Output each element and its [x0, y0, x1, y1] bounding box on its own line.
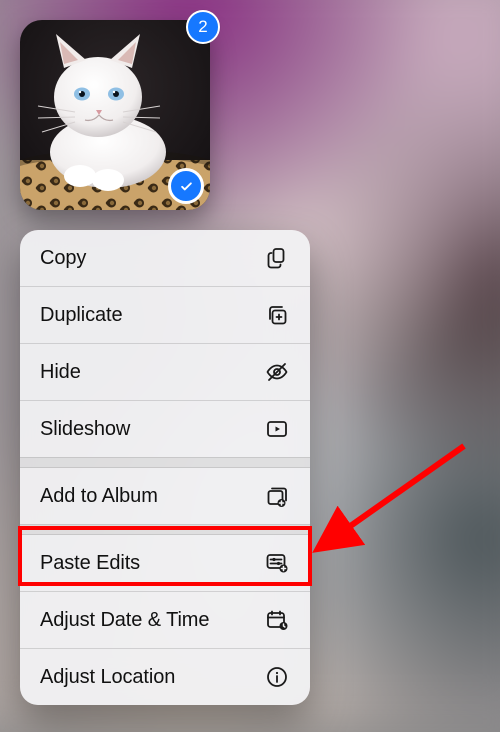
selected-checkmark — [168, 168, 204, 204]
play-rect-icon — [264, 416, 290, 442]
menu-item-label: Copy — [40, 247, 86, 270]
menu-item-adjust-location[interactable]: Adjust Location — [20, 648, 310, 705]
menu-item-label: Adjust Date & Time — [40, 609, 209, 632]
selection-count-badge: 2 — [186, 10, 220, 44]
menu-item-duplicate[interactable]: Duplicate — [20, 286, 310, 343]
info-circle-icon — [264, 664, 290, 690]
menu-group: Add to Album — [20, 468, 310, 524]
selection-count: 2 — [198, 17, 207, 37]
menu-item-label: Duplicate — [40, 304, 122, 327]
menu-separator — [20, 524, 310, 535]
menu-item-label: Paste Edits — [40, 552, 140, 575]
selected-photo-thumbnail[interactable]: 2 — [20, 20, 210, 210]
menu-group: Copy Duplicate Hide Slideshow — [20, 230, 310, 457]
eye-slash-icon — [264, 359, 290, 385]
menu-item-add-to-album[interactable]: Add to Album — [20, 468, 310, 524]
menu-separator — [20, 457, 310, 468]
menu-item-hide[interactable]: Hide — [20, 343, 310, 400]
album-add-icon — [264, 483, 290, 509]
menu-item-copy[interactable]: Copy — [20, 230, 310, 286]
menu-group: Paste Edits Adjust Date & Time Adjust Loca… — [20, 535, 310, 705]
menu-item-slideshow[interactable]: Slideshow — [20, 400, 310, 457]
menu-item-adjust-date-time[interactable]: Adjust Date & Time — [20, 591, 310, 648]
menu-item-label: Adjust Location — [40, 666, 175, 689]
calendar-clock-icon — [264, 607, 290, 633]
sliders-plus-icon — [264, 550, 290, 576]
menu-item-label: Slideshow — [40, 418, 130, 441]
menu-item-paste-edits[interactable]: Paste Edits — [20, 535, 310, 591]
duplicate-icon — [264, 302, 290, 328]
context-menu: Copy Duplicate Hide Slideshow Add to Album Pa… — [20, 230, 310, 705]
copy-icon — [264, 245, 290, 271]
menu-item-label: Hide — [40, 361, 81, 384]
menu-item-label: Add to Album — [40, 485, 158, 508]
